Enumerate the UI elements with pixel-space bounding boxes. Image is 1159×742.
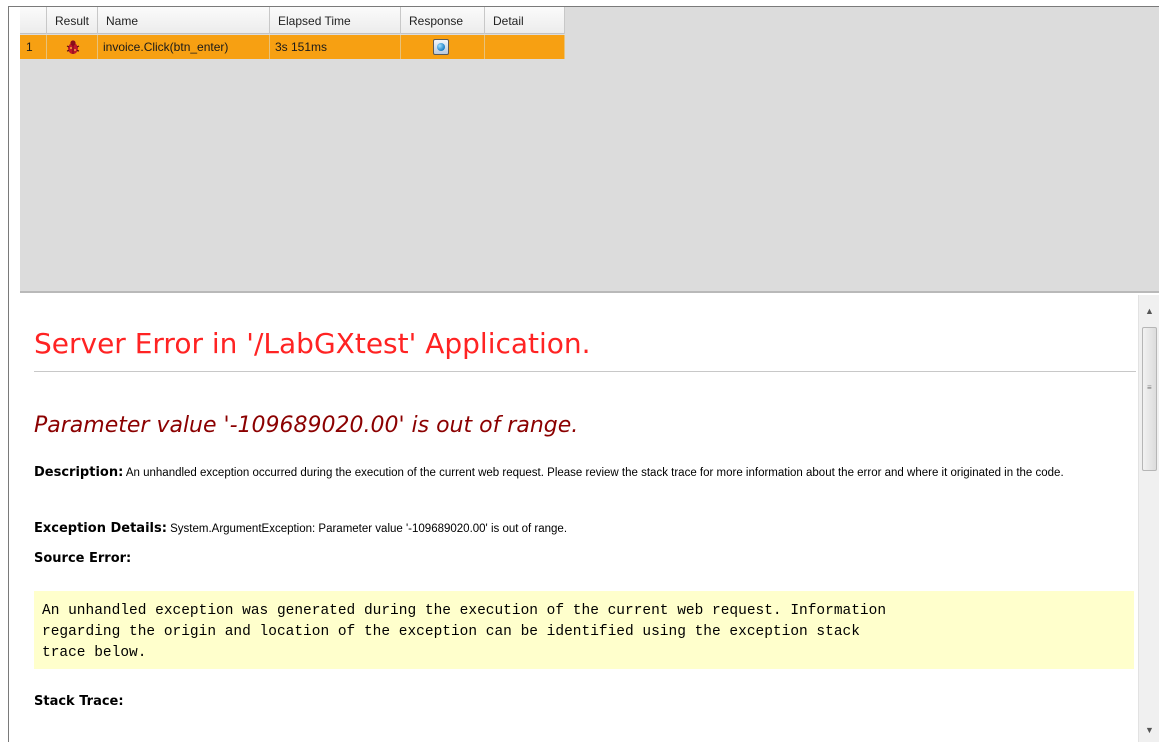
app-frame: Result Name Elapsed Time Response Detail… — [8, 6, 1159, 742]
scroll-up-arrow-icon[interactable]: ▲ — [1139, 303, 1159, 320]
column-header-response[interactable]: Response — [401, 7, 485, 34]
description-label: Description: — [34, 465, 124, 480]
page-title: Server Error in '/LabGXtest' Application… — [34, 327, 591, 360]
bug-icon — [66, 40, 80, 54]
exception-text: System.ArgumentException: Parameter valu… — [170, 523, 568, 535]
response-cell[interactable] — [401, 35, 485, 59]
error-subtitle: Parameter value '-109689020.00' is out o… — [34, 413, 579, 438]
scrollbar-thumb[interactable]: ≡ — [1142, 327, 1157, 471]
grid-header: Result Name Elapsed Time Response Detail — [20, 7, 565, 34]
scroll-down-arrow-icon[interactable]: ▼ — [1139, 722, 1159, 739]
step-name-cell[interactable]: invoice.Click(btn_enter) — [98, 35, 270, 59]
grip-icon: ≡ — [1147, 383, 1152, 392]
divider — [34, 371, 1136, 372]
row-index: 1 — [20, 35, 47, 59]
column-header-detail[interactable]: Detail — [485, 7, 565, 34]
web-response-icon[interactable] — [433, 39, 449, 55]
results-grid-pane: Result Name Elapsed Time Response Detail… — [20, 7, 1159, 293]
exception-details-paragraph: Exception Details: System.ArgumentExcept… — [34, 521, 1124, 537]
stack-trace-heading: Stack Trace: — [34, 694, 1124, 710]
detail-cell[interactable] — [485, 35, 565, 59]
result-cell[interactable] — [47, 35, 98, 59]
table-row[interactable]: 1 invoice.Click(btn_enter) 3s 151ms — [20, 35, 565, 59]
vertical-scrollbar[interactable]: ▲ ≡ ▼ — [1138, 295, 1159, 742]
description-text: An unhandled exception occurred during t… — [125, 467, 1064, 479]
description-paragraph: Description: An unhandled exception occu… — [34, 465, 1124, 481]
column-header-index[interactable] — [20, 7, 47, 34]
error-page: Server Error in '/LabGXtest' Application… — [20, 295, 1138, 742]
stack-trace-label: Stack Trace: — [34, 694, 124, 709]
source-error-heading: Source Error: — [34, 551, 1124, 567]
response-browser-pane: Server Error in '/LabGXtest' Application… — [20, 295, 1159, 742]
elapsed-time-cell[interactable]: 3s 151ms — [270, 35, 401, 59]
column-header-elapsed-time[interactable]: Elapsed Time — [270, 7, 401, 34]
exception-label: Exception Details: — [34, 521, 167, 536]
source-error-label: Source Error: — [34, 551, 132, 566]
column-header-name[interactable]: Name — [98, 7, 270, 34]
source-error-box: An unhandled exception was generated dur… — [34, 591, 1134, 669]
column-header-result[interactable]: Result — [47, 7, 98, 34]
